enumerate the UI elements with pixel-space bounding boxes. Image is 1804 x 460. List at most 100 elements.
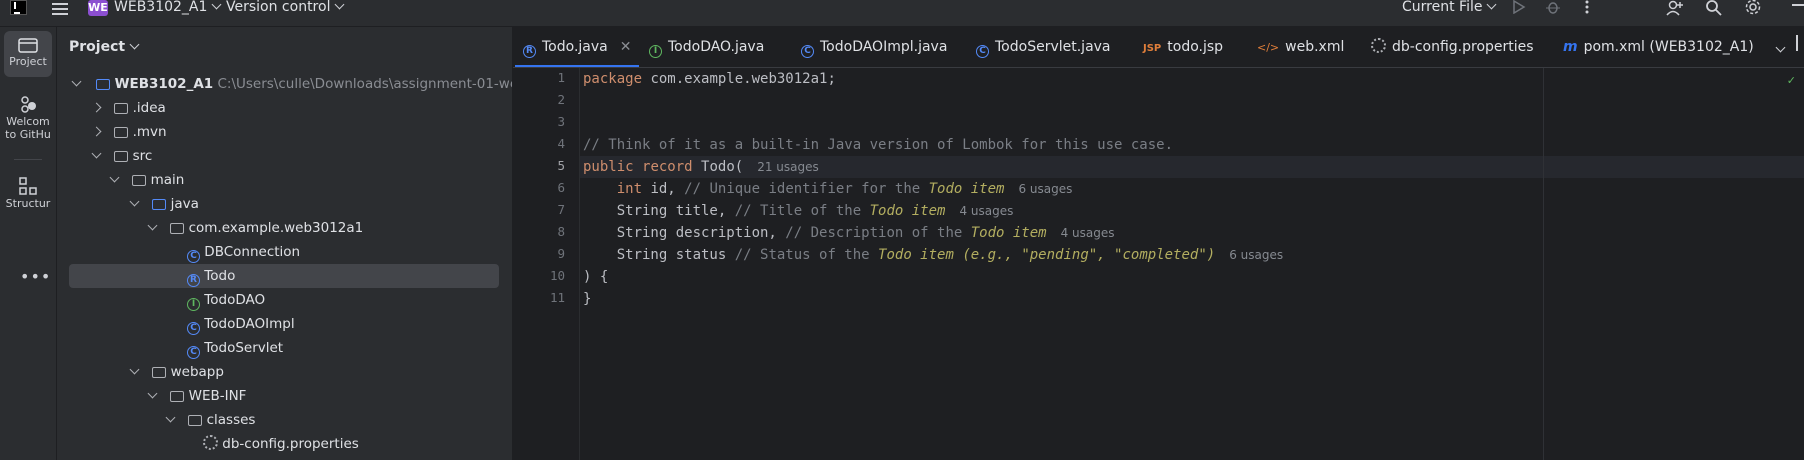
code-line-11: } <box>583 291 592 307</box>
line-number: 8 <box>557 224 565 239</box>
tab-list-chevron-icon[interactable] <box>1775 42 1786 53</box>
folder-icon <box>132 175 147 186</box>
tree-item-root[interactable]: WEB3102_A1 C:\Users\culle\Downloads\assi… <box>71 72 512 96</box>
project-badge[interactable]: WE <box>88 0 108 16</box>
usages-hint[interactable]: 4 usages <box>1061 226 1115 240</box>
tab-tododaoimpl-java[interactable]: C TodoDAOImpl.java <box>801 27 947 67</box>
version-control-menu[interactable]: Version control <box>226 0 345 15</box>
chevron-down-icon <box>335 0 345 10</box>
tree-item-webapp[interactable]: webapp <box>129 360 224 384</box>
tab-db-config-properties[interactable]: db-config.properties <box>1371 27 1534 67</box>
debug-icon[interactable] <box>1545 0 1561 14</box>
chevron-down-icon <box>129 39 140 50</box>
tab-todo-jsp[interactable]: JSP todo.jsp <box>1143 27 1223 67</box>
intellij-logo-icon[interactable] <box>10 0 27 15</box>
chevron-down-icon <box>71 76 82 87</box>
tree-item-main[interactable]: main <box>109 168 184 192</box>
chevron-down-icon <box>91 148 102 159</box>
chevron-right-icon <box>91 126 102 137</box>
tree-item-mvn[interactable]: .mvn <box>91 120 167 144</box>
folder-icon <box>170 391 185 402</box>
code-line-1: package com.example.web3012a1; <box>583 71 836 87</box>
tree-item-tododaoimpl[interactable]: C TodoDAOImpl <box>187 312 295 336</box>
tool-divider <box>14 159 42 160</box>
main-menu-icon[interactable] <box>52 3 68 15</box>
code-line-4: // Think of it as a built-in Java versio… <box>583 137 1174 153</box>
project-tool-button[interactable]: Project <box>4 31 52 77</box>
folder-icon <box>114 127 129 138</box>
line-number: 7 <box>557 202 565 217</box>
tab-todo-java[interactable]: R Todo.java ✕ <box>514 27 640 67</box>
xml-file-icon: </> <box>1257 41 1280 54</box>
properties-file-icon <box>203 435 218 450</box>
tab-web-xml[interactable]: </> web.xml <box>1257 27 1344 67</box>
class-icon: C <box>801 45 814 58</box>
close-icon[interactable]: ✕ <box>620 39 632 55</box>
chevron-down-icon <box>129 364 140 375</box>
tree-item-todo[interactable]: R Todo <box>69 264 499 288</box>
line-number: 11 <box>549 290 565 305</box>
class-icon: C <box>976 45 989 58</box>
usages-hint[interactable]: 4 usages <box>959 204 1013 218</box>
tree-item-db-config[interactable]: db-config.properties <box>203 432 359 456</box>
chevron-down-icon <box>109 172 120 183</box>
jsp-file-icon: JSP <box>1143 43 1162 54</box>
tree-item-idea[interactable]: .idea <box>91 96 166 120</box>
web-folder-icon <box>152 367 167 378</box>
line-number: 9 <box>557 246 565 261</box>
split-editor-icon[interactable] <box>1796 35 1798 51</box>
chevron-down-icon <box>165 412 176 423</box>
usages-hint[interactable]: 6 usages <box>1018 182 1072 196</box>
editor-tab-bar: R Todo.java ✕ I TodoDAO.java C TodoDAOImpl.j… <box>513 27 1804 68</box>
line-number: 4 <box>557 136 565 151</box>
class-icon: C <box>187 346 200 359</box>
tree-item-package[interactable]: com.example.web3012a1 <box>147 216 363 240</box>
record-icon: R <box>523 45 536 58</box>
tree-item-todoservlet[interactable]: C TodoServlet <box>187 336 283 360</box>
project-switcher[interactable]: WEB3102_A1 <box>114 0 222 15</box>
code-line-7: String title, // Title of the Todo item 4… <box>616 203 1014 219</box>
usages-hint[interactable]: 21 usages <box>757 160 819 174</box>
tree-item-classes[interactable]: classes <box>165 408 255 432</box>
more-tool-windows-icon[interactable]: ••• <box>20 267 51 286</box>
tree-item-java[interactable]: java <box>129 192 199 216</box>
structure-icon <box>19 177 37 195</box>
github-welcome-tool-button[interactable]: Welcom to GitHu <box>4 89 52 151</box>
line-number: 3 <box>557 114 565 129</box>
folder-icon <box>114 151 129 162</box>
project-panel-title[interactable]: Project <box>69 39 140 55</box>
module-folder-icon <box>96 79 111 90</box>
search-icon[interactable] <box>1705 0 1722 17</box>
tab-todoservlet-java[interactable]: C TodoServlet.java <box>976 27 1111 67</box>
tree-item-tododao[interactable]: I TodoDAO <box>187 288 265 312</box>
run-icon[interactable] <box>1512 0 1526 14</box>
code-line-9: String status // Status of the Todo item… <box>616 247 1284 263</box>
class-icon: C <box>187 322 200 335</box>
right-margin-guide <box>1543 68 1544 460</box>
tree-item-dbconnection[interactable]: C DBConnection <box>187 240 300 264</box>
structure-tool-button[interactable]: Structur <box>4 171 52 217</box>
chevron-down-icon <box>147 220 158 231</box>
tree-item-src[interactable]: src <box>91 144 152 168</box>
code-editor[interactable]: 1 2 3 4 5 6 7 8 9 10 11 ✓ package com.ex… <box>513 68 1804 460</box>
interface-icon: I <box>187 298 200 311</box>
github-icon <box>21 96 36 113</box>
class-icon: C <box>187 250 200 263</box>
run-configuration-selector[interactable]: Current File <box>1402 0 1497 15</box>
add-user-icon[interactable] <box>1666 0 1684 16</box>
project-panel: Project WEB3102_A1 C:\Users\culle\Downlo… <box>57 27 513 460</box>
chevron-right-icon <box>91 102 102 113</box>
usages-hint[interactable]: 6 usages <box>1229 248 1283 262</box>
chevron-down-icon <box>147 388 158 399</box>
line-number: 10 <box>549 268 565 283</box>
title-bar: WE WEB3102_A1 Version control Current Fi… <box>0 0 1804 27</box>
line-number: 2 <box>557 92 565 107</box>
tree-item-web-inf[interactable]: WEB-INF <box>147 384 246 408</box>
chevron-down-icon <box>129 196 140 207</box>
no-problems-check-icon[interactable]: ✓ <box>1787 74 1796 87</box>
settings-gear-icon[interactable] <box>1745 0 1762 17</box>
more-actions-icon[interactable] <box>1584 0 1590 16</box>
line-number: 1 <box>557 70 565 85</box>
tab-tododao-java[interactable]: I TodoDAO.java <box>649 27 764 67</box>
tab-pom-xml[interactable]: m pom.xml (WEB3102_A1) <box>1563 27 1754 67</box>
